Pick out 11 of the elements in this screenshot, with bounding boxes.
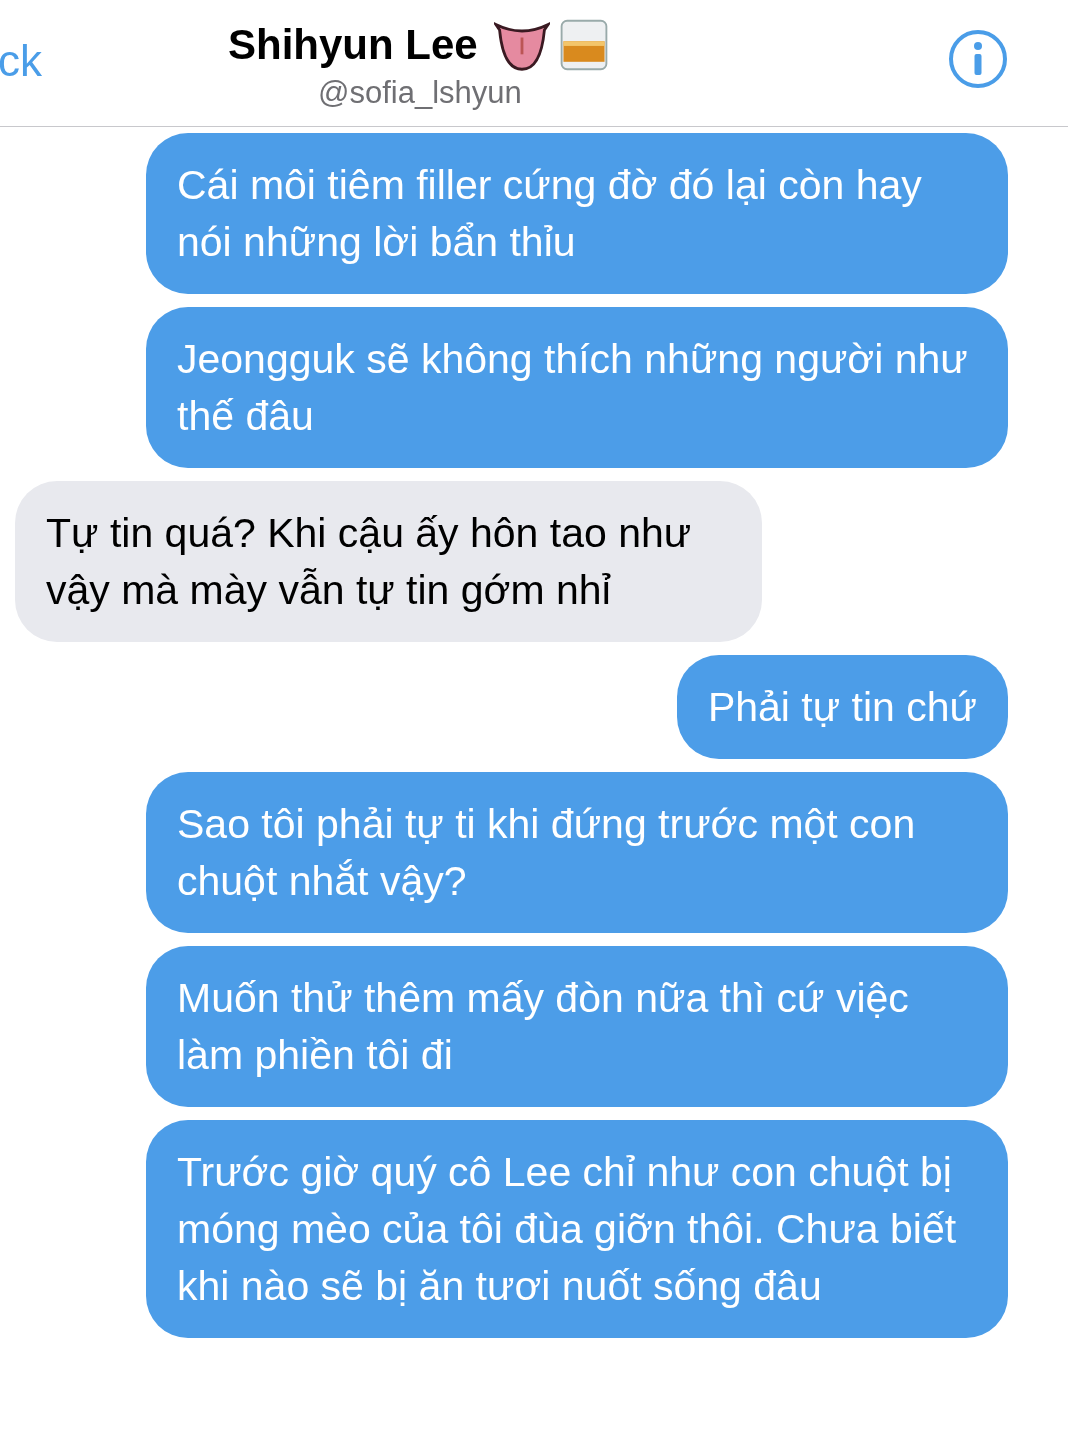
contact-name: Shihyun Lee xyxy=(228,20,478,70)
message-bubble: Jeongguk sẽ không thích những người như thế đâu xyxy=(146,307,1008,468)
message-bubble: Cái môi tiêm filler cứng đờ đó lại còn hay nói những lời bẩn thỉu xyxy=(146,133,1008,294)
message-bubble: Muốn thử thêm mấy đòn nữa thì cứ việc làm phiền tôi đi xyxy=(146,946,1008,1107)
info-icon[interactable] xyxy=(948,29,1008,89)
message-bubble: Tự tin quá? Khi cậu ấy hôn tao như vậy mà mày vẫn tự tin gớm nhỉ xyxy=(15,481,762,642)
message-bubble: Trước giờ quý cô Lee chỉ như con chuột bị móng mèo của tôi đùa giỡn thôi. Chưa biết khi nào sẽ bị ăn tươi nuốt sống đâu xyxy=(146,1120,1008,1338)
message-bubble: Phải tự tin chứ xyxy=(676,655,1008,759)
contact-handle: @sofia_lshyun xyxy=(317,74,522,112)
back-link[interactable]: ck xyxy=(0,36,42,86)
message-bubble: Sao tôi phải tự ti khi đứng trước một con chuột nhắt vậy? xyxy=(146,772,1008,933)
